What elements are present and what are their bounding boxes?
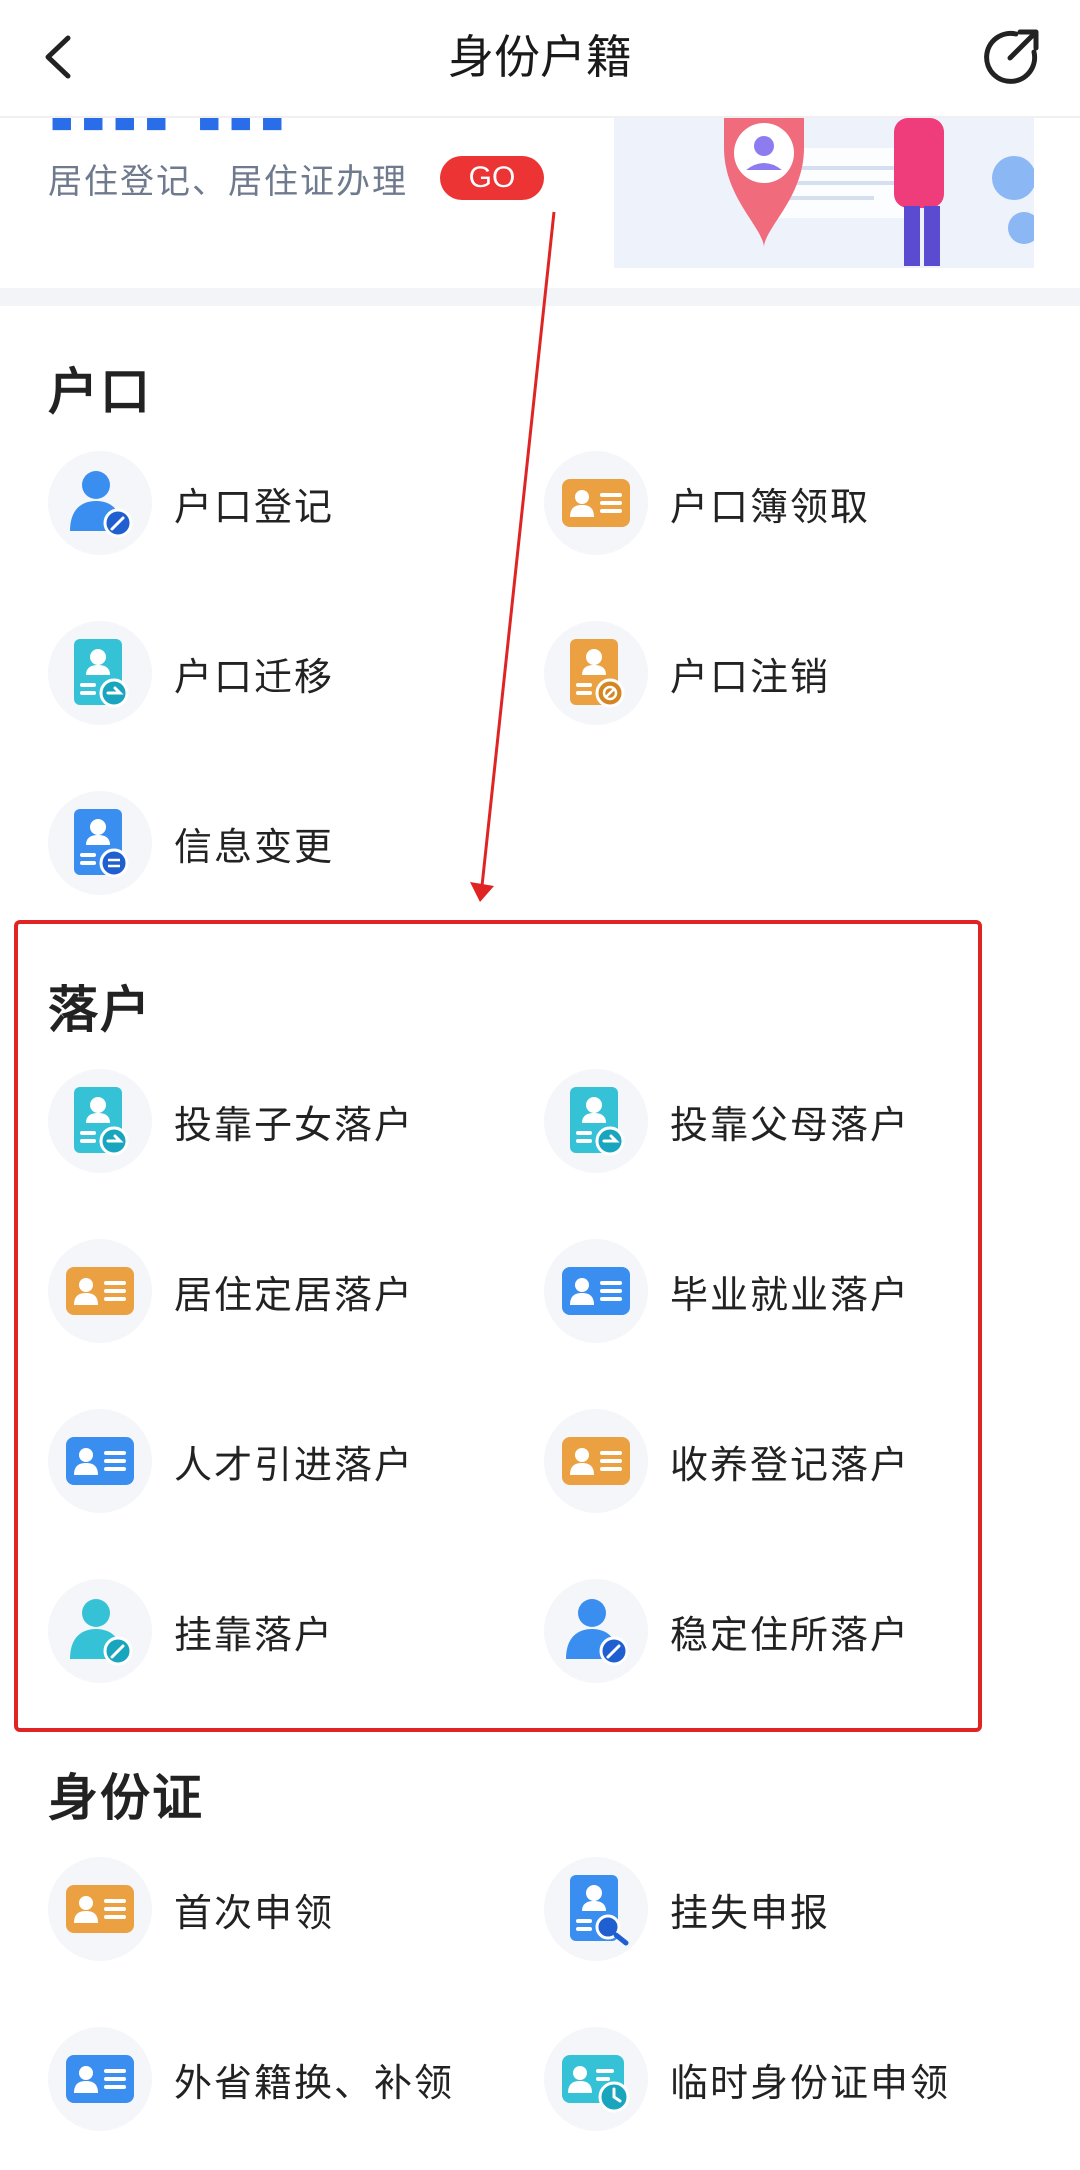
share-icon: [984, 29, 1039, 84]
service-label: 挂失申报: [670, 1890, 831, 1935]
section-title-hukou: 户口: [48, 363, 152, 421]
service-label: 收养登记落户: [670, 1442, 911, 1487]
person-edit-icon: [70, 471, 133, 538]
share-button[interactable]: [976, 22, 1046, 92]
service-luohu-adoption[interactable]: 收养登记落户: [544, 1406, 910, 1516]
section-title-luohu: 落户: [48, 981, 152, 1039]
id-card-icon: [66, 2055, 134, 2103]
service-idcard-temporary[interactable]: 临时身份证申领: [544, 2024, 950, 2134]
banner-headline-clipped: ▮▮▮▮ ▮▮▮: [48, 118, 428, 132]
service-label: 投靠父母落户: [670, 1102, 911, 1147]
service-label: 户口迁移: [174, 654, 335, 699]
service-label: 外省籍换、补领: [174, 2060, 455, 2105]
service-label: 人才引进落户: [174, 1442, 415, 1487]
id-card-icon: [66, 1885, 134, 1933]
person-edit-icon: [566, 1599, 629, 1666]
service-idcard-first-apply[interactable]: 首次申领: [48, 1854, 334, 1964]
service-idcard-report-loss[interactable]: 挂失申报: [544, 1854, 830, 1964]
service-label: 户口簿领取: [670, 484, 871, 529]
service-luohu-stable-address[interactable]: 稳定住所落户: [544, 1576, 910, 1686]
banner-illustration: [614, 118, 1034, 268]
service-label: 投靠子女落户: [174, 1102, 415, 1147]
go-button[interactable]: GO: [440, 156, 544, 200]
service-luohu-children[interactable]: 投靠子女落户: [48, 1066, 414, 1176]
doc-transfer-icon: [74, 639, 129, 708]
doc-transfer-icon: [570, 1087, 625, 1156]
id-card-icon: [562, 1437, 630, 1485]
service-label: 稳定住所落户: [670, 1612, 911, 1657]
service-luohu-talent[interactable]: 人才引进落户: [48, 1406, 414, 1516]
service-luohu-graduate[interactable]: 毕业就业落户: [544, 1236, 910, 1346]
service-label: 信息变更: [174, 824, 335, 869]
id-card-icon: [562, 479, 630, 527]
service-label: 居住定居落户: [174, 1272, 415, 1317]
service-idcard-other-province[interactable]: 外省籍换、补领: [48, 2024, 454, 2134]
doc-cancel-icon: [570, 639, 625, 708]
service-label: 户口登记: [174, 484, 335, 529]
service-label: 户口注销: [670, 654, 831, 699]
service-hukou-cancel[interactable]: 户口注销: [544, 618, 830, 728]
service-hukou-register[interactable]: 户口登记: [48, 448, 334, 558]
service-luohu-affiliated[interactable]: 挂靠落户: [48, 1576, 334, 1686]
top-bar: 身份户籍: [0, 0, 1080, 118]
banner-subtitle: 居住登记、居住证办理: [48, 162, 408, 202]
id-card-clock-icon: [562, 2055, 630, 2113]
id-card-icon: [66, 1267, 134, 1315]
doc-transfer-icon: [74, 1087, 129, 1156]
id-card-icon: [562, 1267, 630, 1315]
residence-banner[interactable]: ▮▮▮▮ ▮▮▮ 居住登记、居住证办理 GO: [0, 118, 1080, 288]
service-label: 挂靠落户: [174, 1612, 335, 1657]
service-hukou-book-collect[interactable]: 户口簿领取: [544, 448, 870, 558]
service-luohu-residence[interactable]: 居住定居落户: [48, 1236, 414, 1346]
person-edit-icon: [70, 1599, 133, 1666]
service-label: 毕业就业落户: [670, 1272, 911, 1317]
doc-exchange-icon: [74, 809, 129, 878]
id-card-icon: [66, 1437, 134, 1485]
doc-search-icon: [570, 1875, 629, 1946]
service-info-change[interactable]: 信息变更: [48, 788, 334, 898]
section-divider: [0, 288, 1080, 306]
section-title-idcard: 身份证: [48, 1769, 204, 1827]
service-luohu-parents[interactable]: 投靠父母落户: [544, 1066, 910, 1176]
service-label: 临时身份证申领: [670, 2060, 951, 2105]
service-label: 首次申领: [174, 1890, 335, 1935]
page-title: 身份户籍: [448, 30, 632, 84]
service-hukou-transfer[interactable]: 户口迁移: [48, 618, 334, 728]
